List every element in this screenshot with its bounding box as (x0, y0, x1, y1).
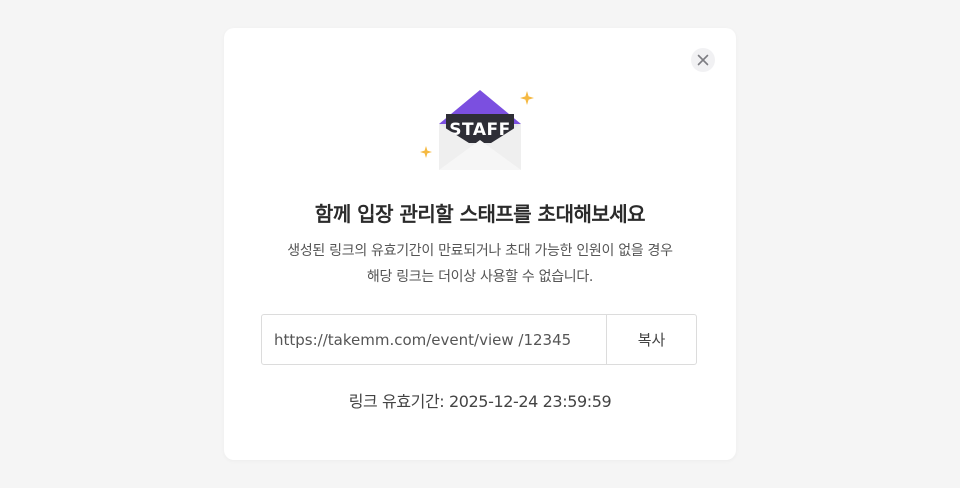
invite-link-input[interactable] (262, 315, 606, 364)
copy-button[interactable]: 복사 (606, 315, 696, 364)
close-button[interactable] (691, 48, 715, 72)
sparkle-icon (520, 91, 534, 105)
invite-staff-modal: STAFF 함께 입장 관리할 스태프를 초대해보세요 생성된 링크의 유효기간… (224, 28, 736, 460)
description-line: 생성된 링크의 유효기간이 만료되거나 초대 가능한 인원이 없을 경우 (287, 243, 673, 259)
close-icon (697, 54, 709, 66)
modal-description: 생성된 링크의 유효기간이 만료되거나 초대 가능한 인원이 없을 경우 해당 … (244, 238, 716, 290)
sparkle-icon (420, 146, 432, 158)
envelope-icon: STAFF (420, 90, 534, 170)
invite-link-field: 복사 (261, 314, 697, 365)
description-line: 해당 링크는 더이상 사용할 수 없습니다. (366, 269, 594, 285)
modal-title: 함께 입장 관리할 스태프를 초대해보세요 (314, 202, 646, 226)
link-expiry-text: 링크 유효기간: 2025-12-24 23:59:59 (348, 392, 612, 411)
